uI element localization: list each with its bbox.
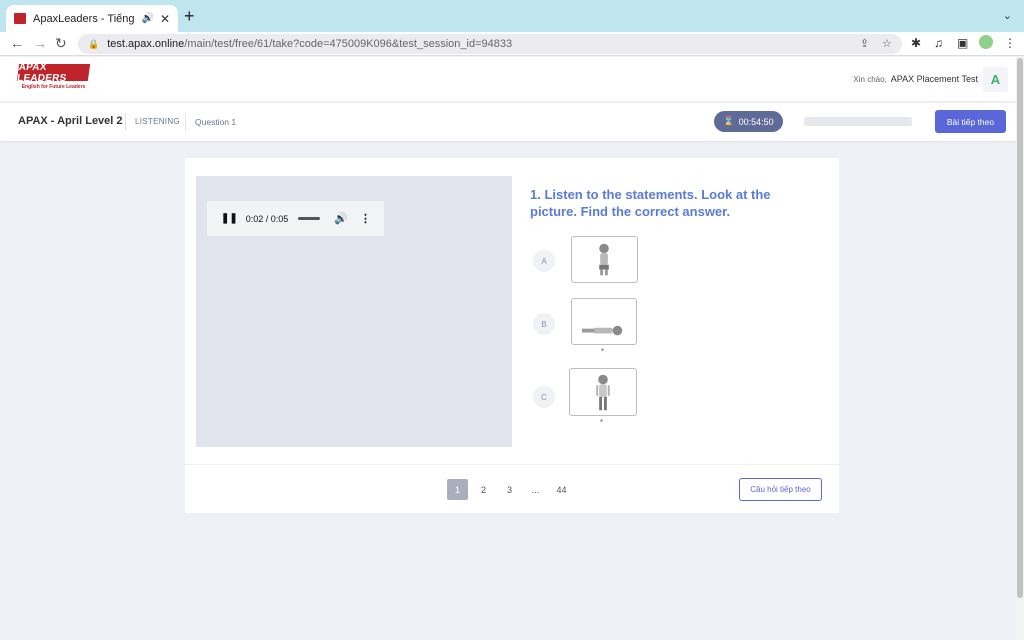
boy-standing-hands-clasped-icon [599,243,609,276]
divider [185,113,186,131]
page-ellipsis: ... [531,484,540,495]
page-1-button[interactable]: 1 [447,479,468,500]
page-scrollbar[interactable] [1016,56,1024,640]
apax-logo[interactable]: APAX LEADERS English for Future Leaders [16,62,91,94]
option-b-image[interactable] [571,298,637,345]
audio-player[interactable]: ❚❚ 0:02 / 0:05 🔊 ⋮ [207,201,384,236]
option-c-image[interactable] [569,368,637,416]
next-question-button[interactable]: Câu hỏi tiếp theo [739,478,822,501]
pause-icon[interactable]: ❚❚ [221,213,238,224]
test-progress-bar [804,117,912,126]
share-icon[interactable]: ⇪ [860,37,869,50]
browser-toolbar: ← → ↻ 🔒 test.apax.online/main/test/free/… [0,32,1024,56]
media-panel: ❚❚ 0:02 / 0:05 🔊 ⋮ [196,176,512,447]
media-control-icon[interactable]: ♫ [934,36,943,50]
browser-menu-icon[interactable]: ⋮ [1004,36,1016,50]
more-options-icon[interactable]: ⋮ [360,212,371,225]
image-caption-dot: ● [600,418,604,424]
question-card: ❚❚ 0:02 / 0:05 🔊 ⋮ 1. Listen to the stat… [185,158,839,513]
extensions-icon[interactable]: ✱ [911,36,921,50]
browser-tab-bar: ApaxLeaders - Tiếng Anh t 🔊 ✕ + ⌄ [0,0,1024,32]
image-caption-dot: ● [601,347,605,353]
user-avatar[interactable]: A [983,67,1008,92]
profile-avatar-icon[interactable] [979,35,993,49]
url-host: test.apax.online [107,38,185,50]
hourglass-icon: ⌛ [723,116,735,126]
scrollbar-thumb[interactable] [1017,58,1023,598]
page-3-button[interactable]: 3 [499,479,520,500]
section-label: LISTENING [135,117,180,126]
boy-lying-down-icon [581,325,623,336]
bookmark-star-icon[interactable]: ☆ [882,37,892,50]
audio-seek-bar[interactable] [298,217,321,220]
card-divider [185,464,839,465]
next-section-button[interactable]: Bài tiếp theo [935,110,1006,133]
address-bar[interactable]: 🔒 test.apax.online/main/test/free/61/tak… [78,34,902,54]
countdown-timer: ⌛ 00:54:50 [714,111,783,132]
back-icon[interactable]: ← [10,35,24,51]
reload-icon[interactable]: ↻ [55,35,67,52]
option-a-radio[interactable]: A [533,250,555,272]
test-header: APAX - April Level 2 LISTENING Question … [0,103,1016,141]
audio-playing-icon[interactable]: 🔊 [141,13,153,24]
option-c-radio[interactable]: C [533,386,555,408]
divider [125,113,126,131]
lock-icon[interactable]: 🔒 [88,39,99,50]
forward-icon[interactable]: → [33,35,47,51]
app-header: APAX LEADERS English for Future Leaders … [0,57,1016,102]
volume-icon[interactable]: 🔊 [334,212,348,225]
question-text: 1. Listen to the statements. Look at the… [530,187,771,219]
course-title: APAX - April Level 2 [18,115,123,127]
page-2-button[interactable]: 2 [473,479,494,500]
audio-time: 0:02 / 0:05 [245,213,289,224]
page-44-button[interactable]: 44 [551,479,572,500]
new-tab-icon[interactable]: + [184,6,195,27]
timer-value: 00:54:50 [738,116,774,127]
question-label: Question 1 [195,117,237,127]
tab-search-chevron-icon[interactable]: ⌄ [1003,9,1012,22]
logo-text: APAX LEADERS [16,62,91,84]
tab-title: ApaxLeaders - Tiếng Anh t [33,12,137,25]
logo-tagline: English for Future Leaders [21,84,86,90]
boy-standing-arms-down-icon [596,374,610,411]
side-panel-icon[interactable]: ▣ [957,36,968,50]
greeting-text: Xin chào, [853,75,887,84]
option-a-image[interactable] [571,236,638,283]
close-tab-icon[interactable]: ✕ [160,12,170,26]
url-path: /main/test/free/61/take?code=475009K096&… [184,38,513,50]
browser-tab[interactable]: ApaxLeaders - Tiếng Anh t 🔊 ✕ [6,5,178,32]
user-greeting: Xin chào, APAX Placement Test [853,74,978,84]
user-name[interactable]: APAX Placement Test [891,74,978,84]
favicon-icon [14,13,26,24]
option-b-radio[interactable]: B [533,313,555,335]
